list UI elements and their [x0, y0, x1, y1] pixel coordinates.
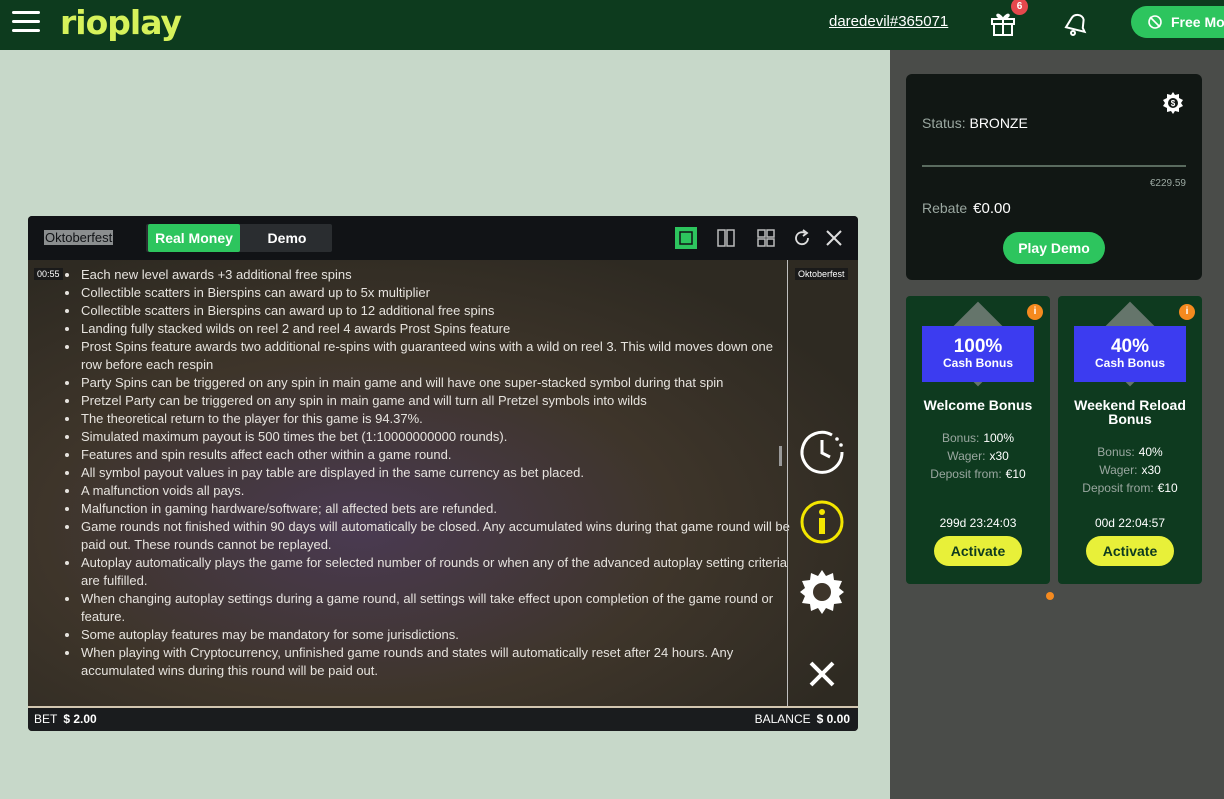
free-money-label: Free Mo — [1171, 14, 1224, 30]
svg-text:$: $ — [1171, 99, 1176, 108]
info-icon[interactable]: i — [1179, 304, 1195, 320]
tab-real-money[interactable]: Real Money — [148, 224, 240, 252]
bet-value: $ 2.00 — [63, 712, 97, 726]
rule-item: Each new level awards +3 additional free… — [65, 266, 795, 284]
bonus-timer: 299d 23:24:03 — [939, 516, 1017, 530]
rule-item: All symbol payout values in pay table ar… — [65, 464, 795, 482]
status-label: Status: BRONZE — [922, 115, 1028, 131]
rule-item: When playing with Cryptocurrency, unfini… — [65, 644, 795, 680]
close-rules-icon[interactable] — [798, 650, 846, 698]
bonus-details: Bonus: 100% Wager: x30 Deposit from: €10 — [930, 431, 1026, 481]
gear-icon[interactable] — [798, 568, 846, 616]
game-header: Oktoberfest Real Money Demo — [28, 216, 858, 260]
game-window: Oktoberfest Real Money Demo 00:55 Each n… — [28, 216, 858, 731]
sidebar: Status: BRONZE $ €229.59 Rebate €0.00 Pla… — [890, 50, 1224, 799]
rule-item: When changing autoplay settings during a… — [65, 590, 795, 626]
split-view-icon[interactable] — [715, 227, 737, 249]
carousel-dot[interactable] — [1046, 592, 1054, 600]
balance-display: BALANCE $ 0.00 — [754, 712, 850, 726]
rule-item: Collectible scatters in Bierspins can aw… — [65, 302, 795, 320]
rule-item: Simulated maximum payout is 500 times th… — [65, 428, 795, 446]
settings-coin-icon[interactable]: $ — [1161, 91, 1185, 115]
rule-item: Collectible scatters in Bierspins can aw… — [65, 284, 795, 302]
rule-item: Party Spins can be triggered on any spin… — [65, 374, 795, 392]
tab-demo[interactable]: Demo — [248, 224, 326, 252]
menu-icon[interactable] — [12, 11, 40, 33]
progress-target: €229.59 — [1149, 178, 1186, 189]
status-progress-bar — [922, 165, 1186, 167]
grid-view-icon[interactable] — [755, 227, 777, 249]
activate-button[interactable]: Activate — [934, 536, 1022, 566]
bell-icon[interactable] — [1060, 8, 1090, 38]
game-rules-panel: 00:55 Each new level awards +3 additiona… — [28, 260, 858, 708]
rule-item: Features and spin results affect each ot… — [65, 446, 795, 464]
bonus-card-weekend: i 40% Cash Bonus Weekend Reload Bonus Bo… — [1058, 296, 1202, 584]
username-link[interactable]: daredevil#365071 — [829, 13, 948, 30]
rule-item: A malfunction voids all pays. — [65, 482, 795, 500]
rule-item: The theoretical return to the player for… — [65, 410, 795, 428]
rule-item: Malfunction in gaming hardware/software;… — [65, 500, 795, 518]
game-name-label: Oktoberfest — [795, 268, 848, 280]
divider — [787, 260, 788, 708]
bonus-timer: 00d 22:04:57 — [1094, 516, 1166, 530]
top-bar: rioplay daredevil#365071 6 Free Mo — [0, 0, 1224, 50]
close-icon[interactable] — [823, 227, 845, 249]
mode-tabs: Real Money Demo — [146, 224, 332, 252]
scrollbar[interactable] — [779, 446, 782, 466]
balance-value: $ 0.00 — [816, 712, 850, 726]
rule-item: Game rounds not finished within 90 days … — [65, 518, 795, 554]
logo[interactable]: rioplay — [60, 3, 182, 42]
rule-item: Landing fully stacked wilds on reel 2 an… — [65, 320, 795, 338]
info-icon[interactable] — [798, 498, 846, 546]
status-value: BRONZE — [969, 115, 1028, 131]
history-icon[interactable] — [798, 428, 846, 476]
rebate: Rebate €0.00 — [922, 200, 1011, 217]
rule-item: Pretzel Party can be triggered on any sp… — [65, 392, 795, 410]
rebate-value: €0.00 — [973, 200, 1011, 217]
free-money-button[interactable]: Free Mo — [1131, 6, 1224, 38]
bonus-title: Welcome Bonus — [923, 397, 1033, 413]
rule-item: Autoplay automatically plays the game fo… — [65, 554, 795, 590]
bonus-badge: 100% Cash Bonus — [922, 326, 1034, 382]
game-footer: BET $ 2.00 BALANCE $ 0.00 — [28, 708, 858, 731]
info-icon[interactable]: i — [1027, 304, 1043, 320]
free-spin-icon — [1148, 15, 1162, 29]
bonus-details: Bonus: 40% Wager: x30 Deposit from: €10 — [1082, 445, 1178, 495]
rule-item: Prost Spins feature awards two additiona… — [65, 338, 795, 374]
play-demo-button[interactable]: Play Demo — [1003, 232, 1105, 264]
bonus-title: Weekend Reload Bonus — [1074, 397, 1186, 427]
single-view-icon[interactable] — [675, 227, 697, 249]
status-card: Status: BRONZE $ €229.59 Rebate €0.00 Pla… — [906, 74, 1202, 280]
activate-button[interactable]: Activate — [1086, 536, 1174, 566]
rule-item: Some autoplay features may be mandatory … — [65, 626, 795, 644]
bonus-card-welcome: i 100% Cash Bonus Welcome Bonus Bonus: 10… — [906, 296, 1050, 584]
session-timer: 00:55 — [34, 268, 63, 280]
game-title: Oktoberfest — [44, 230, 114, 245]
bet-display: BET $ 2.00 — [34, 712, 97, 726]
refresh-icon[interactable] — [791, 227, 813, 249]
bonus-badge: 40% Cash Bonus — [1074, 326, 1186, 382]
rules-list: Each new level awards +3 additional free… — [65, 266, 795, 680]
notification-badge: 6 — [1011, 0, 1028, 15]
